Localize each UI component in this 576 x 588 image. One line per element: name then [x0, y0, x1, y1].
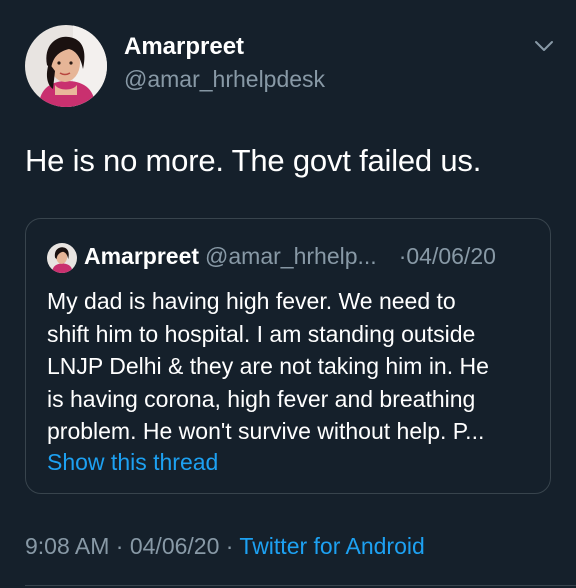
quoted-display-name: Amarpreet	[84, 243, 200, 269]
meta-separator: ·	[225, 533, 234, 559]
tweet-meta: 9:08 AM · 04/06/20 · Twitter for Android	[25, 533, 425, 560]
show-thread-link[interactable]: Show this thread	[47, 449, 218, 476]
quoted-text-line: shift him to hospital. I am standing out…	[47, 320, 476, 347]
meta-separator: ·	[115, 533, 124, 559]
quoted-text: My dad is having high fever. We need to …	[47, 285, 537, 448]
quoted-text-line: My dad is having high fever. We need to	[47, 288, 456, 314]
quoted-text-line: problem. He won't survive without help. …	[47, 418, 485, 444]
quoted-header: Amarpreet @amar_hrhelp... ·04/06/20	[84, 243, 496, 270]
quoted-text-line: is having corona, high fever and breathi…	[47, 385, 476, 412]
quoted-tweet[interactable]: Amarpreet @amar_hrhelp... ·04/06/20 My dad…	[25, 218, 551, 494]
chevron-down-icon[interactable]	[533, 38, 555, 54]
quoted-author-avatar	[47, 243, 77, 273]
quoted-text-line: LNJP Delhi & they are not taking him in.…	[47, 353, 489, 379]
author-avatar[interactable]	[25, 25, 107, 107]
author-display-name[interactable]: Amarpreet	[124, 33, 244, 61]
quoted-handle: @amar_hrhelp...	[205, 243, 377, 269]
tweet-date[interactable]: 04/06/20	[130, 533, 220, 559]
avatar-image	[25, 25, 107, 107]
tweet-source-link[interactable]: Twitter for Android	[239, 533, 424, 559]
quoted-date: 04/06/20	[406, 243, 496, 269]
tweet-text: He is no more. The govt failed us.	[25, 143, 482, 178]
divider	[25, 585, 576, 586]
tweet-card: Amarpreet @amar_hrhelpdesk He is no more…	[0, 0, 576, 588]
tweet-time[interactable]: 9:08 AM	[25, 533, 109, 559]
quoted-avatar-image	[47, 243, 77, 273]
author-handle[interactable]: @amar_hrhelpdesk	[124, 66, 325, 93]
